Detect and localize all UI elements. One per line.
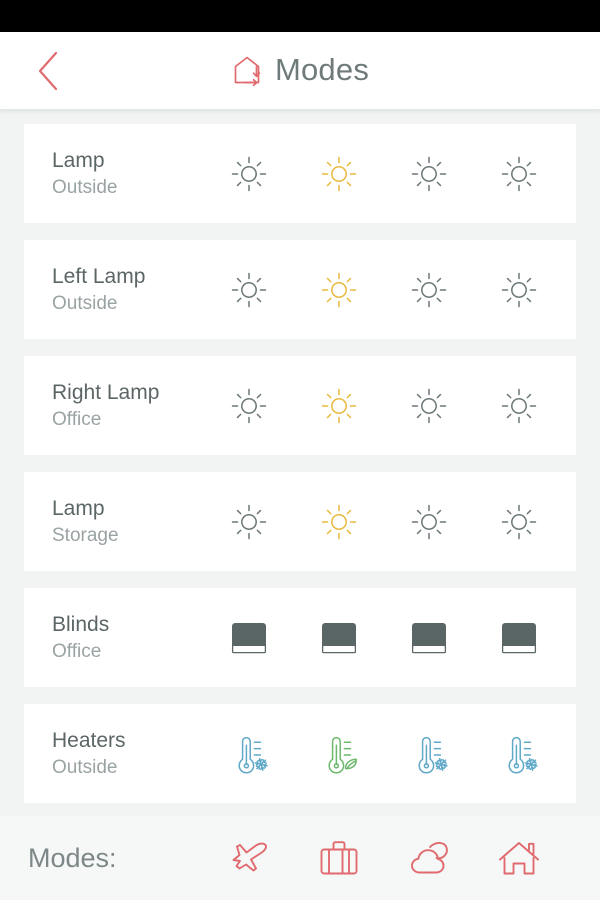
row-cells	[204, 356, 576, 455]
sun-icon	[225, 266, 273, 314]
airplane-icon	[223, 832, 275, 884]
night-mode-button[interactable]	[384, 816, 474, 900]
mode-cell-light-2[interactable]	[294, 124, 384, 223]
mode-cell-light-4[interactable]	[474, 124, 564, 223]
sun-icon	[315, 266, 363, 314]
device-name: Lamp	[52, 496, 105, 520]
device-place: Office	[52, 640, 102, 662]
sun-icon	[315, 150, 363, 198]
modes-bar: Modes:	[0, 816, 600, 900]
mode-cell-blind-2[interactable]	[294, 588, 384, 687]
holiday-mode-button[interactable]	[294, 816, 384, 900]
row-cells	[204, 472, 576, 571]
row-label-group: Lamp Outside	[24, 147, 204, 201]
mode-cell-blind-4[interactable]	[474, 588, 564, 687]
table-row: Right Lamp Office	[24, 356, 576, 455]
modes-screen: Modes Lamp Outside Left Lamp Outside Right L…	[0, 0, 600, 900]
app-header: Modes	[0, 32, 600, 110]
device-place: Storage	[52, 524, 119, 546]
header-title-group: Modes	[231, 54, 369, 88]
status-bar	[0, 0, 600, 32]
table-row: Left Lamp Outside	[24, 240, 576, 339]
mode-cell-blind-3[interactable]	[384, 588, 474, 687]
mode-cell-light-4[interactable]	[474, 240, 564, 339]
blind-closed-icon	[315, 614, 363, 662]
row-cells	[204, 240, 576, 339]
house-arrow-in-icon	[234, 56, 261, 86]
house-icon	[493, 832, 545, 884]
device-name: Blinds	[52, 612, 110, 636]
sun-icon	[315, 382, 363, 430]
device-name: Right Lamp	[52, 380, 160, 404]
mode-cell-light-2[interactable]	[294, 356, 384, 455]
mode-cell-blind-1[interactable]	[204, 588, 294, 687]
row-label-group: Heaters Outside	[24, 727, 204, 781]
mode-cell-light-2[interactable]	[294, 472, 384, 571]
mode-cell-heater-4[interactable]	[474, 704, 564, 803]
device-place: Outside	[52, 176, 118, 198]
row-cells	[204, 124, 576, 223]
sun-icon	[495, 150, 543, 198]
sun-icon	[225, 150, 273, 198]
mode-cell-light-1[interactable]	[204, 240, 294, 339]
blind-closed-icon	[405, 614, 453, 662]
table-row: Blinds Office	[24, 588, 576, 687]
mode-cell-light-1[interactable]	[204, 472, 294, 571]
sun-icon	[495, 498, 543, 546]
chevron-left-icon	[38, 51, 58, 90]
mode-cell-light-3[interactable]	[384, 124, 474, 223]
sun-icon	[405, 498, 453, 546]
sun-icon	[495, 266, 543, 314]
table-row: Lamp Outside	[24, 124, 576, 223]
mode-cell-light-3[interactable]	[384, 240, 474, 339]
mode-cell-heater-1[interactable]	[204, 704, 294, 803]
device-list: Lamp Outside Left Lamp Outside Right Lamp Off…	[0, 110, 600, 816]
row-label-group: Left Lamp Outside	[24, 263, 204, 317]
blind-closed-icon	[495, 614, 543, 662]
row-cells	[204, 704, 576, 803]
mode-cell-light-2[interactable]	[294, 240, 384, 339]
mode-cell-heater-3[interactable]	[384, 704, 474, 803]
page-title: Modes	[274, 51, 370, 87]
row-label-group: Blinds Office	[24, 611, 204, 665]
mode-cell-light-1[interactable]	[204, 124, 294, 223]
row-cells	[204, 588, 576, 687]
blind-closed-icon	[225, 614, 273, 662]
table-row: Heaters Outside	[24, 704, 576, 803]
sun-icon	[405, 382, 453, 430]
away-mode-button[interactable]	[204, 816, 294, 900]
device-place: Outside	[52, 292, 118, 314]
sun-icon	[495, 382, 543, 430]
sun-icon	[315, 498, 363, 546]
sun-icon	[405, 150, 453, 198]
home-mode-button[interactable]	[474, 816, 564, 900]
thermometer-snowflake-icon	[405, 730, 453, 778]
mode-cell-light-1[interactable]	[204, 356, 294, 455]
table-row: Lamp Storage	[24, 472, 576, 571]
suitcase-icon	[313, 832, 365, 884]
device-place: Outside	[52, 756, 118, 778]
device-name: Left Lamp	[52, 264, 146, 288]
thermometer-leaf-icon	[315, 730, 363, 778]
mode-cell-light-3[interactable]	[384, 356, 474, 455]
sun-icon	[225, 382, 273, 430]
mode-cell-light-4[interactable]	[474, 356, 564, 455]
mode-cell-light-4[interactable]	[474, 472, 564, 571]
device-name: Heaters	[52, 728, 126, 752]
modes-bar-buttons	[204, 816, 600, 900]
back-button[interactable]	[22, 44, 76, 98]
mode-cell-light-3[interactable]	[384, 472, 474, 571]
cloud-moon-icon	[403, 832, 455, 884]
sun-icon	[225, 498, 273, 546]
thermometer-snowflake-icon	[495, 730, 543, 778]
row-label-group: Right Lamp Office	[24, 379, 204, 433]
thermometer-snowflake-icon	[225, 730, 273, 778]
row-label-group: Lamp Storage	[24, 495, 204, 549]
device-place: Office	[52, 408, 102, 430]
device-name: Lamp	[52, 148, 105, 172]
sun-icon	[405, 266, 453, 314]
mode-cell-heater-2[interactable]	[294, 704, 384, 803]
modes-bar-label: Modes:	[28, 842, 117, 873]
